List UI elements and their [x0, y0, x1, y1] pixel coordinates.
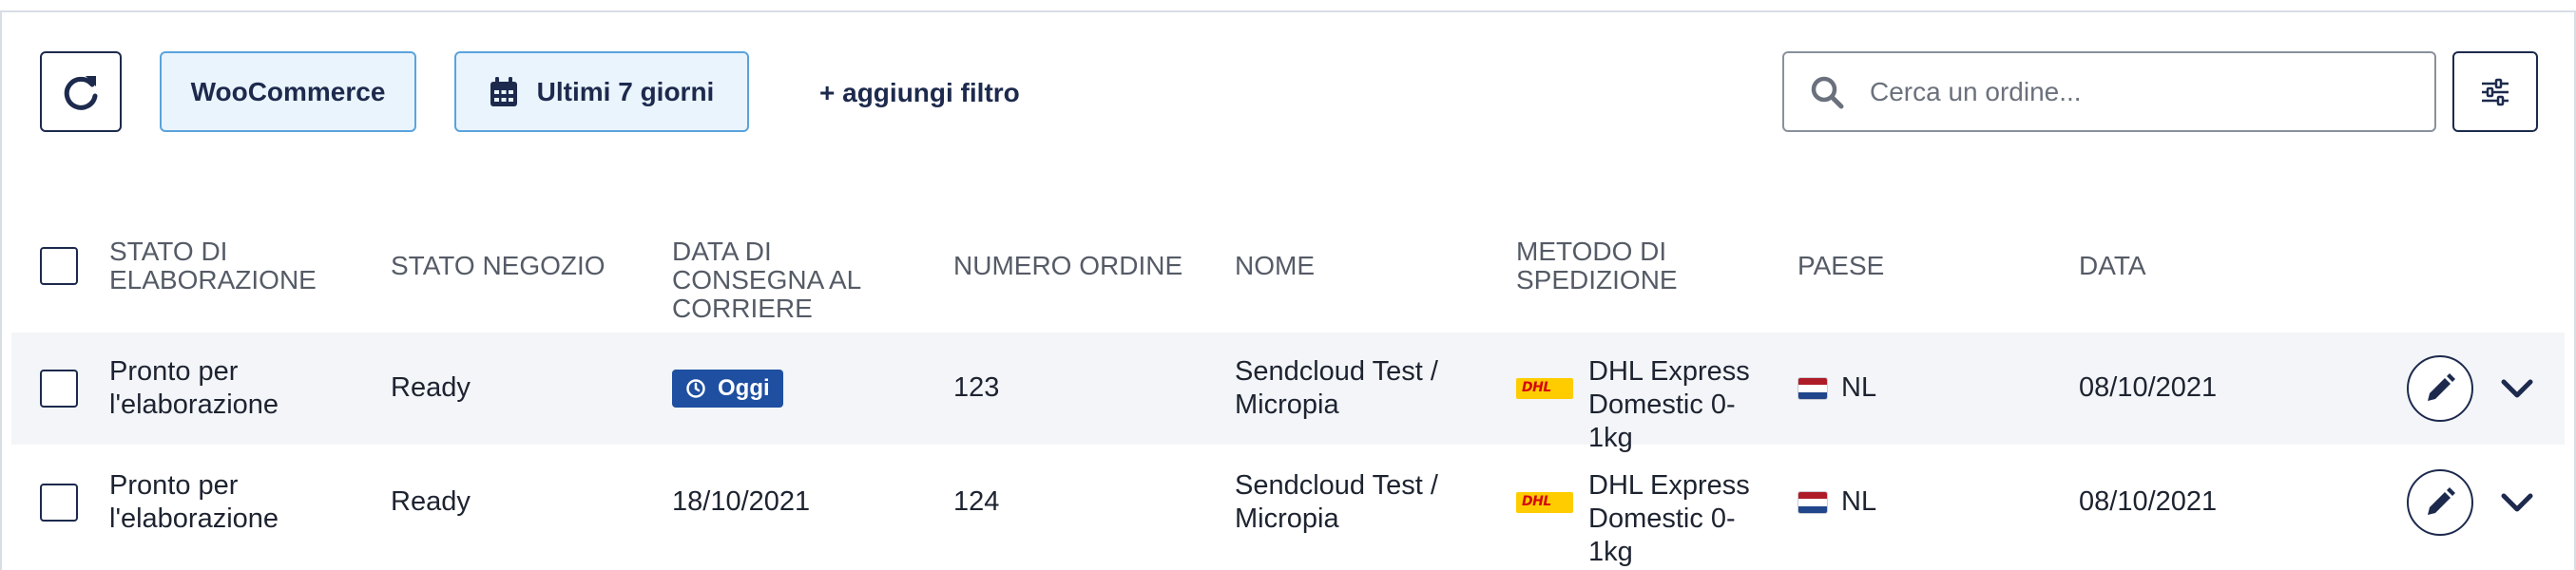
order-number-cell: 124: [953, 486, 1000, 517]
date-cell: 08/10/2021: [2079, 372, 2218, 403]
table-row[interactable]: Pronto per l'elaborazione Ready Oggi 123…: [11, 332, 2565, 453]
nl-flag-icon: [1797, 491, 1828, 514]
header-shop-status[interactable]: STATO NEGOZIO: [391, 252, 647, 280]
table-header: STATO DI ELABORAZIONE STATO NEGOZIO DATA…: [11, 228, 2565, 323]
expand-row-button[interactable]: [2496, 482, 2538, 523]
customer-name-cell: Sendcloud Test / Micropia: [1235, 470, 1438, 534]
dhl-logo: DHL: [1516, 492, 1573, 513]
header-shipping-method[interactable]: METODO DI SPEDIZIONE: [1516, 238, 1706, 294]
today-badge-label: Oggi: [718, 375, 770, 401]
today-badge: Oggi: [672, 370, 783, 408]
country-cell: NL: [1841, 372, 1877, 403]
date-cell: 08/10/2021: [2079, 486, 2218, 517]
header-carrier-delivery-date[interactable]: DATA DI CONSEGNA AL CORRIERE: [672, 238, 929, 323]
header-processing-status[interactable]: STATO DI ELABORAZIONE: [109, 238, 366, 294]
header-country[interactable]: PAESE: [1797, 252, 2054, 280]
date-filter-chip[interactable]: Ultimi 7 giorni: [454, 51, 749, 132]
filter-toolbar: WooCommerce Ultimi 7 giorni + aggiungi f…: [0, 0, 2576, 180]
chevron-down-icon: [2501, 493, 2533, 512]
row-select-checkbox[interactable]: [40, 484, 78, 522]
refresh-button[interactable]: [40, 51, 122, 132]
pencil-icon: [2428, 373, 2455, 401]
nl-flag-icon: [1797, 377, 1828, 400]
sliders-icon: [2482, 78, 2509, 105]
customer-name-cell: Sendcloud Test / Micropia: [1235, 356, 1438, 420]
refresh-icon: [64, 75, 98, 110]
expand-row-button[interactable]: [2496, 368, 2538, 409]
country-cell: NL: [1841, 486, 1877, 517]
select-all-checkbox[interactable]: [40, 247, 78, 285]
shop-status-cell: Ready: [391, 486, 471, 517]
row-select-checkbox[interactable]: [40, 370, 78, 408]
shop-status-cell: Ready: [391, 372, 471, 403]
calendar-icon: [490, 76, 517, 106]
search-box: [1782, 51, 2436, 132]
order-number-cell: 123: [953, 372, 1000, 403]
carrier-delivery-date-cell: 18/10/2021: [672, 486, 811, 517]
shop-filter-chip[interactable]: WooCommerce: [160, 51, 416, 132]
processing-status-cell: Pronto per l'elaborazione: [109, 356, 279, 420]
dhl-logo: DHL: [1516, 378, 1573, 399]
clock-icon: [686, 379, 705, 398]
table-row[interactable]: Pronto per l'elaborazione Ready 18/10/20…: [11, 446, 2565, 567]
edit-order-button[interactable]: [2407, 355, 2473, 422]
chevron-down-icon: [2501, 379, 2533, 398]
header-date[interactable]: DATA: [2079, 252, 2336, 280]
column-settings-button[interactable]: [2452, 51, 2538, 132]
header-name[interactable]: NOME: [1235, 252, 1491, 280]
processing-status-cell: Pronto per l'elaborazione: [109, 470, 279, 534]
search-input[interactable]: [1870, 76, 2402, 107]
pencil-icon: [2428, 487, 2455, 515]
shop-filter-label: WooCommerce: [190, 76, 386, 106]
edit-order-button[interactable]: [2407, 469, 2473, 536]
shipping-method-cell: DHL Express Domestic 0-1kg: [1588, 470, 1750, 567]
header-order-number[interactable]: NUMERO ORDINE: [953, 252, 1210, 280]
add-filter-link[interactable]: + aggiungi filtro: [819, 74, 1020, 112]
search-icon: [1811, 76, 1844, 108]
shipping-method-cell: DHL Express Domestic 0-1kg: [1588, 356, 1750, 453]
date-filter-label: Ultimi 7 giorni: [536, 76, 715, 106]
